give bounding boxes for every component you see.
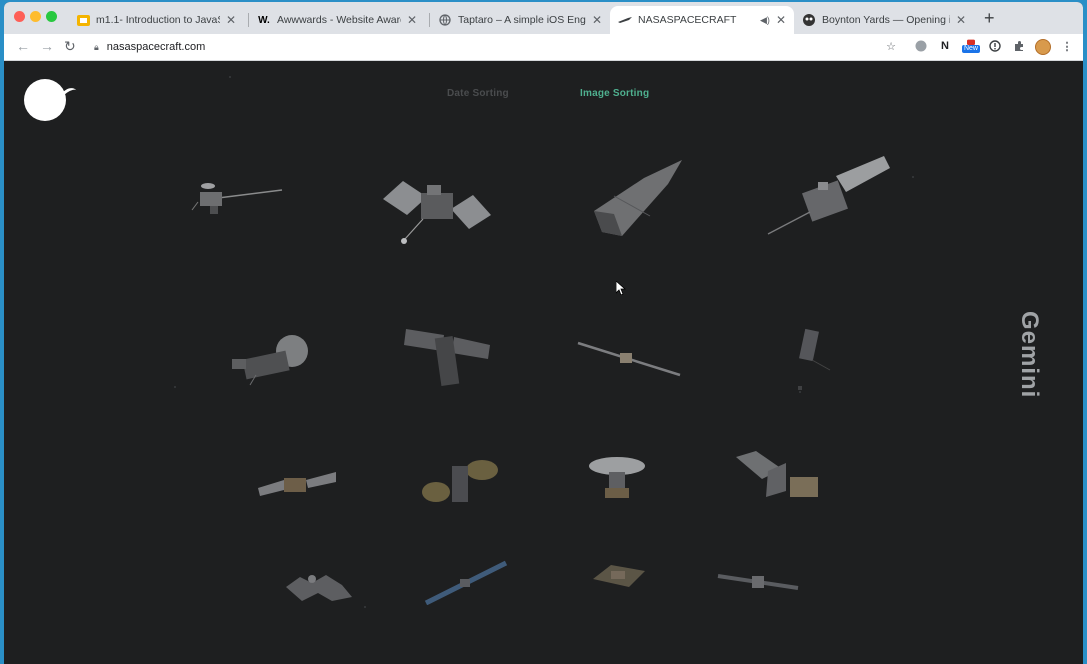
menu-kebab-icon[interactable]: ⋮ — [1060, 39, 1074, 53]
tab-title: m1.1- Introduction to JavaScrip — [96, 14, 220, 26]
tab-title: Taptaro – A simple iOS English — [458, 14, 586, 26]
close-tab-icon[interactable]: ✕ — [776, 13, 786, 27]
spacecraft-image[interactable] — [766, 156, 892, 241]
tab-taptaro[interactable]: Taptaro – A simple iOS English ✕ — [430, 6, 610, 34]
browser-toolbar: ← → ↻ 🔒︎ nasaspacecraft.com ☆ N New ⋮ — [4, 34, 1083, 61]
spacecraft-image[interactable] — [190, 176, 284, 236]
date-sorting-link[interactable]: Date Sorting — [447, 88, 509, 99]
tab-title: Awwwards - Website Awards - — [277, 14, 401, 26]
spacecraft-image[interactable] — [381, 169, 493, 249]
close-tab-icon[interactable]: ✕ — [226, 13, 236, 27]
spacecraft-image[interactable] — [282, 567, 354, 607]
spacecraft-image[interactable] — [589, 561, 649, 591]
notion-icon[interactable]: N — [938, 39, 952, 53]
star-dot — [229, 76, 231, 78]
tab-title: NASASPACECRAFT — [638, 14, 737, 26]
reload-icon[interactable]: ↻ — [64, 38, 76, 55]
site-logo[interactable] — [24, 79, 66, 121]
spacecraft-image[interactable] — [256, 466, 340, 502]
spacecraft-image[interactable] — [587, 454, 647, 502]
speaker-icon[interactable]: ◀) — [760, 15, 770, 26]
nasa-spacecraft-page: Date Sorting Image Sorting Gemini — [4, 61, 1083, 664]
close-window-button[interactable] — [14, 11, 25, 22]
new-tab-button[interactable]: + — [984, 8, 995, 29]
extensions-puzzle-icon[interactable] — [1012, 39, 1026, 53]
spacecraft-image[interactable] — [576, 333, 682, 379]
bookmark-star-icon[interactable]: ☆ — [884, 39, 898, 53]
browser-window: m1.1- Introduction to JavaScrip ✕ W. Aww… — [4, 2, 1083, 664]
address-bar[interactable]: 🔒︎ nasaspacecraft.com — [88, 37, 908, 57]
spacecraft-image[interactable] — [424, 559, 508, 605]
star-dot — [174, 386, 176, 388]
spacecraft-image[interactable] — [226, 329, 316, 389]
minimize-window-button[interactable] — [30, 11, 41, 22]
spacecraft-image[interactable] — [794, 326, 834, 396]
star-dot — [912, 176, 914, 178]
spacecraft-icon — [618, 13, 632, 27]
slides-icon — [76, 13, 90, 27]
awwwards-icon: W. — [258, 14, 270, 26]
spacecraft-image[interactable] — [734, 451, 822, 505]
back-arrow-icon[interactable]: ← — [16, 38, 30, 54]
forward-arrow-icon[interactable]: → — [40, 38, 54, 54]
extension-new-icon[interactable]: New — [960, 39, 982, 53]
tab-strip: m1.1- Introduction to JavaScrip ✕ W. Aww… — [4, 2, 1083, 34]
spacecraft-image[interactable] — [716, 568, 800, 594]
info-extension-icon[interactable] — [988, 39, 1002, 53]
tab-boynton-yards[interactable]: Boynton Yards — Opening in E ✕ — [794, 6, 974, 34]
globe-icon — [438, 13, 452, 27]
image-sorting-link[interactable]: Image Sorting — [580, 88, 649, 99]
extension-circle-icon[interactable] — [914, 39, 928, 53]
spacecraft-image[interactable] — [404, 321, 494, 391]
close-tab-icon[interactable]: ✕ — [407, 13, 417, 27]
star-dot — [364, 606, 366, 608]
lock-icon[interactable]: 🔒︎ — [94, 42, 99, 53]
address-url: nasaspacecraft.com — [106, 41, 206, 53]
boynton-icon — [802, 13, 816, 27]
profile-avatar[interactable] — [1035, 39, 1051, 55]
tab-introduction-javascript[interactable]: m1.1- Introduction to JavaScrip ✕ — [68, 6, 244, 34]
mouse-cursor-icon — [615, 280, 627, 298]
spacecraft-image[interactable] — [420, 456, 502, 511]
tab-title: Boynton Yards — Opening in E — [822, 14, 950, 26]
tab-awwwards[interactable]: W. Awwwards - Website Awards - ✕ — [249, 6, 425, 34]
close-tab-icon[interactable]: ✕ — [592, 13, 602, 27]
current-spacecraft-label: Gemini — [1016, 311, 1043, 399]
tab-nasaspacecraft[interactable]: NASASPACECRAFT ◀) ✕ — [610, 6, 794, 34]
spacecraft-image[interactable] — [584, 156, 684, 241]
maximize-window-button[interactable] — [46, 11, 57, 22]
new-badge: New — [961, 45, 980, 53]
close-tab-icon[interactable]: ✕ — [956, 13, 966, 27]
